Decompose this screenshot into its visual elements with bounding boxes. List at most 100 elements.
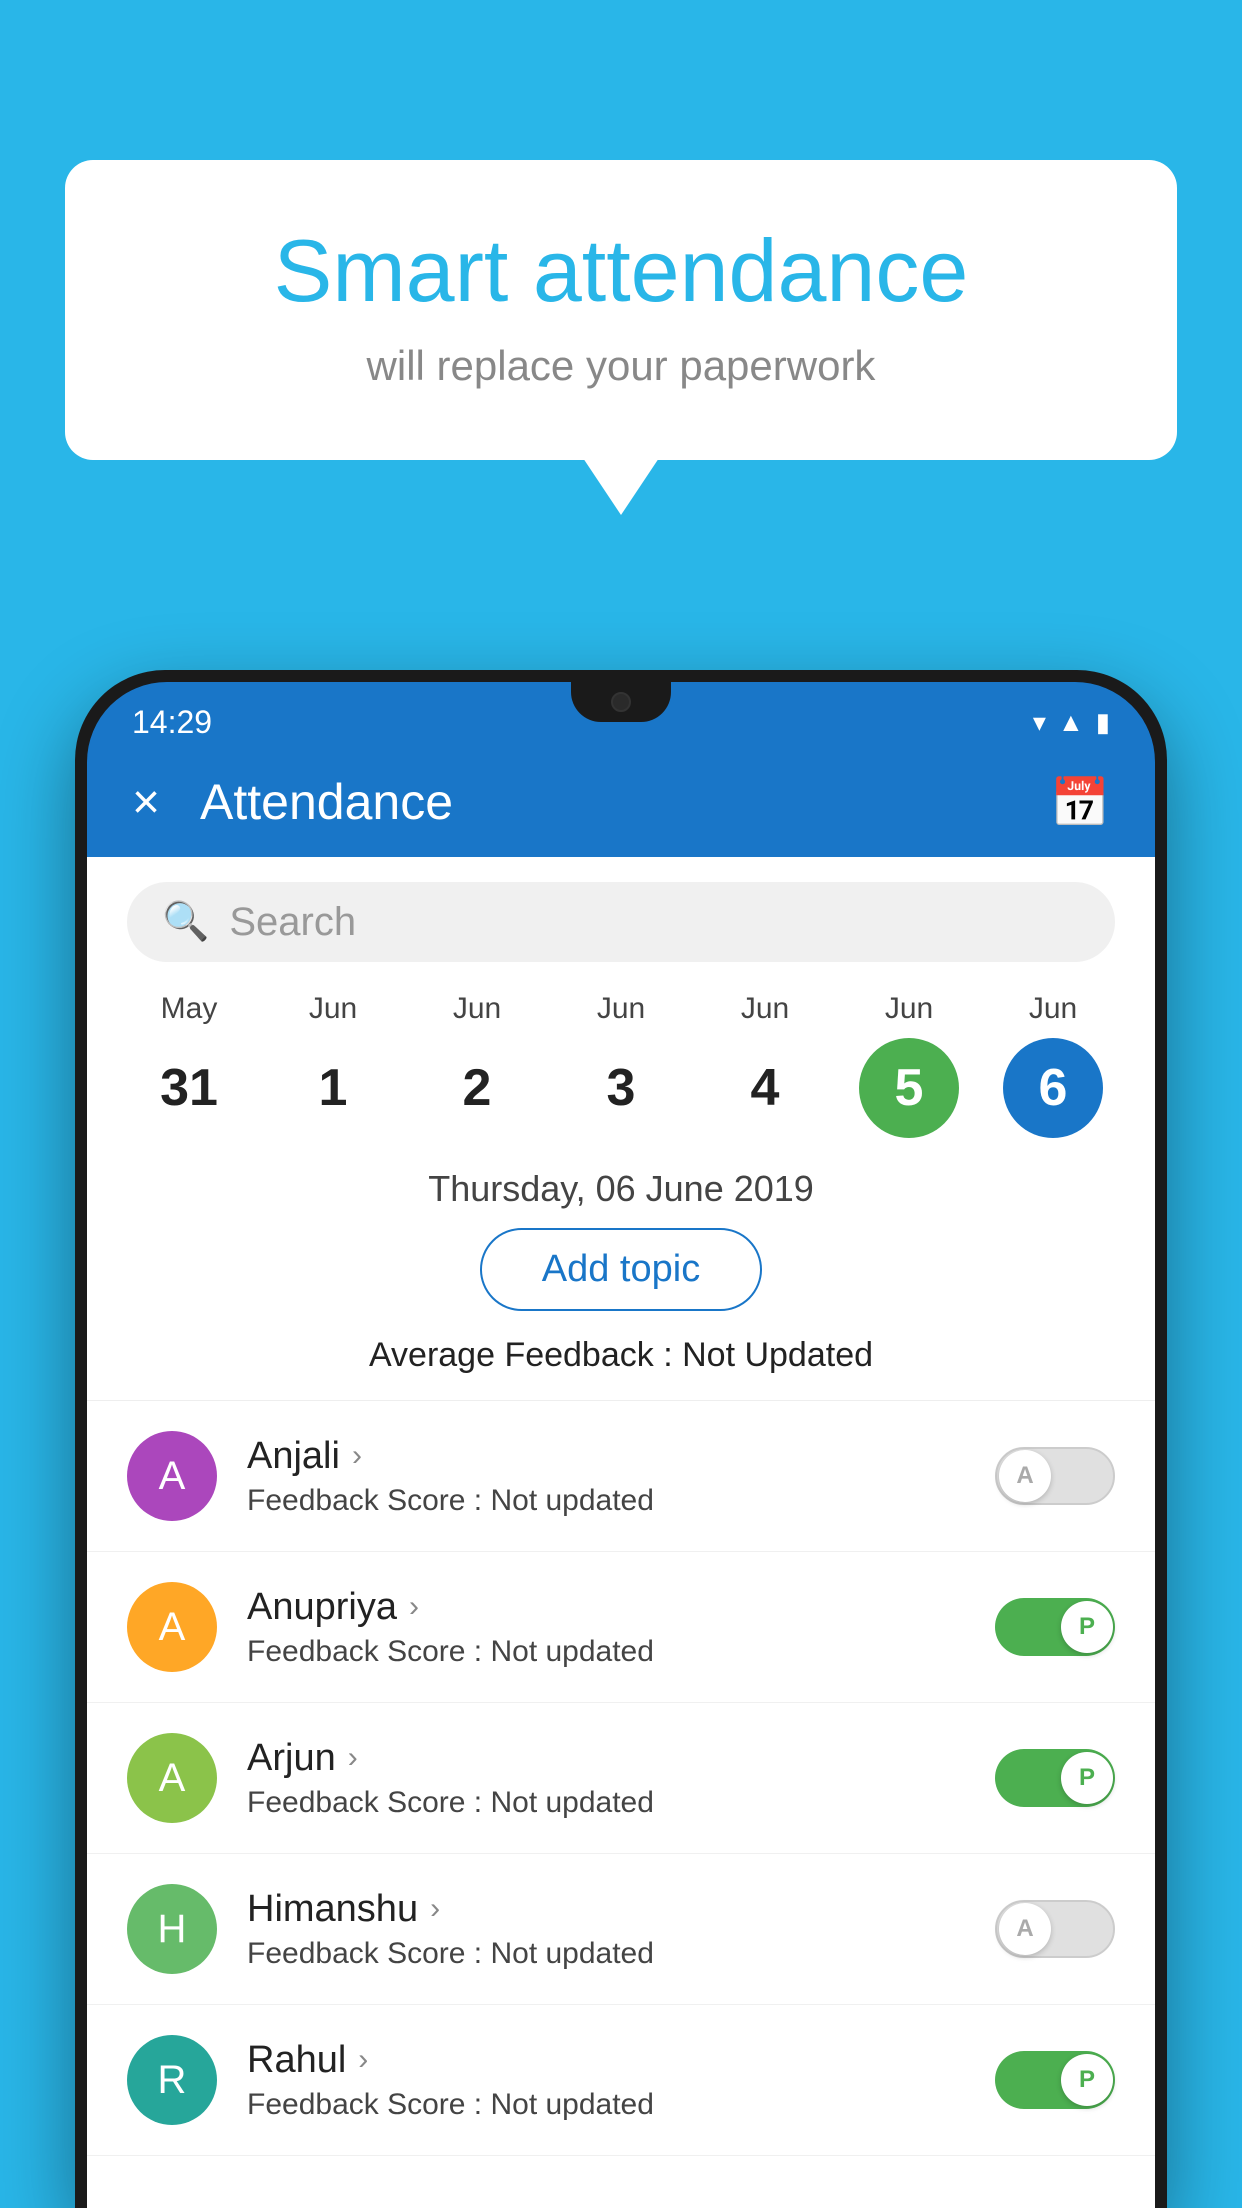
screen-content: 🔍 Search May 31 Jun 1 Jun 2 Jun 3 Jun 4 Jun 5 Jun 6 T…: [87, 857, 1155, 2208]
calendar-strip: May 31 Jun 1 Jun 2 Jun 3 Jun 4 Jun 5 Jun 6: [87, 982, 1155, 1148]
bubble-title: Smart attendance: [145, 220, 1097, 322]
student-name-text: Arjun: [247, 1737, 336, 1780]
phone-inner: 14:29 ▾ ▲ ▮ × Attendance 📅 🔍 Search May 3…: [87, 682, 1155, 2208]
toggle-knob: A: [999, 1450, 1051, 1502]
attendance-toggle[interactable]: A: [995, 1447, 1115, 1505]
student-row[interactable]: A Anupriya › Feedback Score : Not updated P: [87, 1552, 1155, 1703]
phone-frame: 14:29 ▾ ▲ ▮ × Attendance 📅 🔍 Search May 3…: [75, 670, 1167, 2208]
student-row[interactable]: A Arjun › Feedback Score : Not updated P: [87, 1703, 1155, 1854]
feedback-value: Not updated: [490, 1635, 653, 1668]
bubble-subtitle: will replace your paperwork: [145, 342, 1097, 390]
cal-month-label: Jun: [885, 992, 933, 1026]
student-name: Anupriya ›: [247, 1586, 965, 1629]
cal-day[interactable]: Jun 2: [417, 992, 537, 1138]
cal-day[interactable]: May 31: [129, 992, 249, 1138]
cal-date-number: 31: [139, 1038, 239, 1138]
date-header: Thursday, 06 June 2019: [87, 1168, 1155, 1210]
chevron-right-icon: ›: [348, 1741, 358, 1775]
speech-bubble: Smart attendance will replace your paper…: [65, 160, 1177, 460]
cal-month-label: Jun: [1029, 992, 1077, 1026]
student-name-text: Himanshu: [247, 1888, 418, 1931]
student-name-text: Anupriya: [247, 1586, 397, 1629]
cal-date-number: 1: [283, 1038, 383, 1138]
toggle-knob: P: [1061, 1752, 1113, 1804]
toggle-wrap[interactable]: P: [995, 1749, 1115, 1807]
feedback-score: Feedback Score : Not updated: [247, 1635, 965, 1669]
battery-icon: ▮: [1096, 707, 1110, 738]
toggle-knob: P: [1061, 2054, 1113, 2106]
attendance-toggle[interactable]: P: [995, 2051, 1115, 2109]
feedback-score: Feedback Score : Not updated: [247, 1786, 965, 1820]
feedback-label: Feedback Score :: [247, 1786, 482, 1819]
cal-month-label: Jun: [597, 992, 645, 1026]
student-info: Rahul› Feedback Score : Not updated: [247, 2039, 965, 2122]
avg-feedback-value: Not Updated: [682, 1336, 873, 1374]
search-bar[interactable]: 🔍 Search: [127, 882, 1115, 962]
feedback-value: Not updated: [490, 1937, 653, 1970]
cal-day[interactable]: Jun 5: [849, 992, 969, 1138]
cal-day[interactable]: Jun 1: [273, 992, 393, 1138]
student-name: Rahul›: [247, 2039, 965, 2082]
attendance-toggle[interactable]: A: [995, 1900, 1115, 1958]
cal-month-label: Jun: [453, 992, 501, 1026]
signal-icon: ▲: [1058, 707, 1084, 738]
attendance-toggle[interactable]: P: [995, 1598, 1115, 1656]
calendar-icon[interactable]: 📅: [1050, 774, 1110, 831]
avg-feedback: Average Feedback : Not Updated: [87, 1336, 1155, 1375]
student-info: Himanshu › Feedback Score : Not updated: [247, 1888, 965, 1971]
avatar: H: [127, 1884, 217, 1974]
add-topic-button[interactable]: Add topic: [480, 1228, 762, 1311]
attendance-toggle[interactable]: P: [995, 1749, 1115, 1807]
cal-month-label: May: [161, 992, 218, 1026]
cal-date-number: 4: [715, 1038, 815, 1138]
avatar: R: [127, 2035, 217, 2125]
student-name: Anjali›: [247, 1435, 965, 1478]
feedback-score: Feedback Score : Not updated: [247, 1484, 965, 1518]
toggle-wrap[interactable]: P: [995, 2051, 1115, 2109]
feedback-value: Not updated: [490, 2088, 653, 2121]
student-info: Anjali› Feedback Score : Not updated: [247, 1435, 965, 1518]
cal-date-number: 6: [1003, 1038, 1103, 1138]
student-name: Arjun ›: [247, 1737, 965, 1780]
app-bar-title: Attendance: [200, 773, 1010, 831]
student-info: Anupriya › Feedback Score : Not updated: [247, 1586, 965, 1669]
toggle-knob: A: [999, 1903, 1051, 1955]
avatar: A: [127, 1733, 217, 1823]
feedback-score: Feedback Score : Not updated: [247, 2088, 965, 2122]
cal-month-label: Jun: [741, 992, 789, 1026]
avatar: A: [127, 1582, 217, 1672]
cal-date-number: 5: [859, 1038, 959, 1138]
camera: [611, 692, 631, 712]
feedback-label: Feedback Score :: [247, 1937, 482, 1970]
toggle-wrap[interactable]: P: [995, 1598, 1115, 1656]
status-time: 14:29: [132, 704, 212, 741]
student-row[interactable]: AAnjali›Feedback Score : Not updatedA: [87, 1401, 1155, 1552]
feedback-score: Feedback Score : Not updated: [247, 1937, 965, 1971]
cal-date-number: 3: [571, 1038, 671, 1138]
cal-month-label: Jun: [309, 992, 357, 1026]
toggle-wrap[interactable]: A: [995, 1447, 1115, 1505]
toggle-wrap[interactable]: A: [995, 1900, 1115, 1958]
avg-feedback-label: Average Feedback :: [369, 1336, 673, 1374]
student-row[interactable]: R Rahul› Feedback Score : Not updated P: [87, 2005, 1155, 2156]
feedback-label: Feedback Score :: [247, 2088, 482, 2121]
close-button[interactable]: ×: [132, 775, 160, 830]
chevron-right-icon: ›: [430, 1892, 440, 1926]
cal-day[interactable]: Jun 6: [993, 992, 1113, 1138]
feedback-value: Not updated: [490, 1484, 653, 1517]
student-list: AAnjali›Feedback Score : Not updatedAAAn…: [87, 1401, 1155, 2156]
cal-day[interactable]: Jun 4: [705, 992, 825, 1138]
student-info: Arjun › Feedback Score : Not updated: [247, 1737, 965, 1820]
cal-day[interactable]: Jun 3: [561, 992, 681, 1138]
feedback-value: Not updated: [490, 1786, 653, 1819]
student-row[interactable]: H Himanshu › Feedback Score : Not updated A: [87, 1854, 1155, 2005]
search-placeholder: Search: [229, 900, 356, 945]
cal-date-number: 2: [427, 1038, 527, 1138]
chevron-right-icon: ›: [409, 1590, 419, 1624]
toggle-knob: P: [1061, 1601, 1113, 1653]
student-name: Himanshu ›: [247, 1888, 965, 1931]
feedback-label: Feedback Score :: [247, 1484, 482, 1517]
student-name-text: Rahul: [247, 2039, 346, 2082]
feedback-label: Feedback Score :: [247, 1635, 482, 1668]
status-icons: ▾ ▲ ▮: [1033, 707, 1110, 738]
